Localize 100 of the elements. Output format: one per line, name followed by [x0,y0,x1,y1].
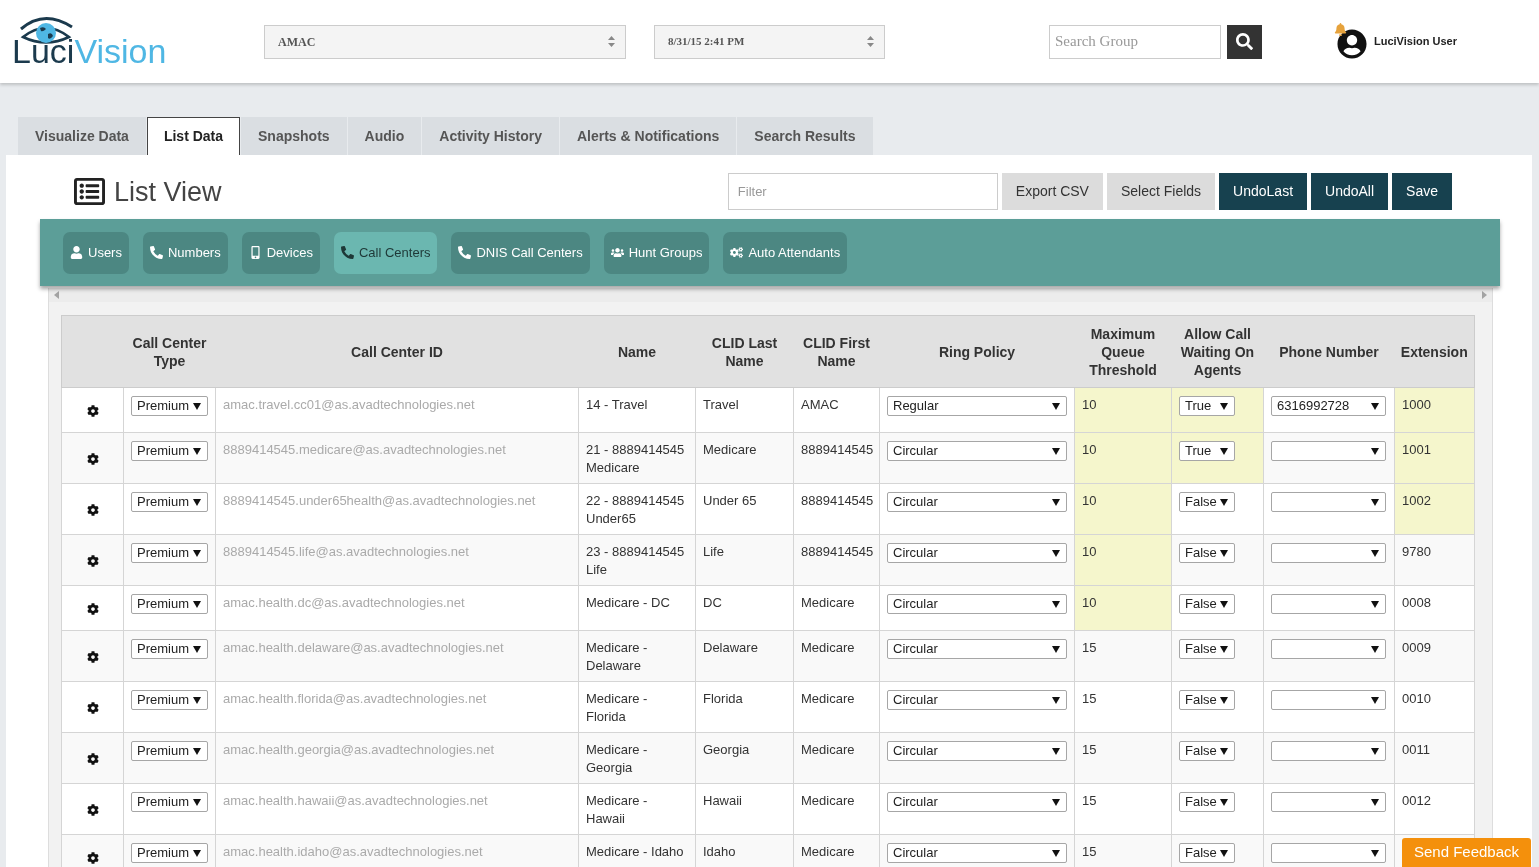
category-button[interactable]: Auto Attendants [723,231,848,274]
caret-icon [193,645,201,653]
settings-icon[interactable] [86,753,99,765]
caret-icon [193,549,201,557]
action-button[interactable]: Select Fields [1106,173,1216,210]
dropdown-select[interactable]: 6316992728 [1271,396,1386,416]
tab[interactable]: Activity History [422,117,559,155]
dropdown-select[interactable] [1271,441,1386,461]
dropdown-select[interactable]: False [1179,543,1235,563]
dropdown-select[interactable]: Premium [131,639,208,659]
table-cell: amac.travel.cc01@as.avadtechnologies.net [215,387,579,433]
filter-field[interactable]: Filter [727,173,998,210]
dropdown-select[interactable] [1271,792,1386,812]
group-select[interactable]: AMAC [264,24,626,59]
dropdown-select[interactable] [1271,639,1386,659]
dropdown-select[interactable] [1271,543,1386,563]
dropdown-select[interactable] [1271,843,1386,863]
action-button[interactable]: Save [1392,173,1452,210]
dropdown-select[interactable]: False [1179,639,1235,659]
caret-icon [1052,549,1060,557]
category-button[interactable]: DNIS Call Centers [451,231,590,274]
settings-icon[interactable] [86,651,99,663]
dropdown-select[interactable] [1271,690,1386,710]
search-icon [1236,33,1253,50]
table-cell: Medicare [793,783,880,835]
caret-icon [1220,549,1228,557]
dropdown-select[interactable]: Circular [887,690,1067,710]
caret-icon [193,498,201,506]
dropdown-select[interactable]: Circular [887,792,1067,812]
scroll-right-icon[interactable] [1482,291,1487,299]
dropdown-select[interactable]: Circular [887,543,1067,563]
category-button[interactable]: Call Centers [333,231,438,274]
dropdown-select[interactable]: Circular [887,441,1067,461]
dropdown-select[interactable]: True [1179,441,1235,461]
dropdown-select[interactable]: False [1179,690,1235,710]
caret-icon [1220,849,1228,857]
dropdown-select[interactable]: False [1179,594,1235,614]
dropdown-select[interactable]: Circular [887,639,1067,659]
dropdown-select[interactable]: Premium [131,690,208,710]
category-button[interactable]: Users [63,231,129,274]
dropdown-select[interactable]: Premium [131,741,208,761]
settings-icon[interactable] [86,555,99,567]
table-cell: Georgia [695,732,794,784]
date-select[interactable]: 8/31/15 2:41 PM [654,24,885,59]
tab[interactable]: Search Results [737,117,873,155]
category-button[interactable]: Hunt Groups [603,231,710,274]
dropdown-select[interactable]: Premium [131,843,208,863]
dropdown-select[interactable]: True [1179,396,1235,416]
search-field[interactable]: Search Group [1049,24,1221,59]
users-icon [610,246,624,259]
dropdown-select[interactable] [1271,594,1386,614]
table-cell: Medicare - Idaho [578,834,696,867]
tab[interactable]: Snapshots [241,117,347,155]
dropdown-select[interactable]: Premium [131,396,208,416]
tab[interactable]: List Data [146,117,241,155]
action-button[interactable]: Export CSV [1001,173,1103,210]
caret-icon [1220,696,1228,704]
dropdown-select[interactable] [1271,741,1386,761]
dropdown-select[interactable]: Premium [131,441,208,461]
table-cell: 9780 [1394,534,1475,586]
action-button[interactable]: UndoLast [1219,173,1308,210]
dropdown-select[interactable]: Premium [131,594,208,614]
table-cell: Idaho [695,834,794,867]
settings-icon[interactable] [86,852,99,864]
dropdown-select[interactable]: False [1179,492,1235,512]
settings-icon[interactable] [86,603,99,615]
category-button[interactable]: Devices [241,231,320,274]
bell-icon [1334,22,1347,36]
dropdown-select[interactable]: Circular [887,492,1067,512]
tab[interactable]: Visualize Data [18,117,146,155]
dropdown-select[interactable] [1271,492,1386,512]
settings-icon[interactable] [86,453,99,465]
dropdown-select[interactable]: Regular [887,396,1067,416]
dropdown-select[interactable]: Premium [131,792,208,812]
tab[interactable]: Alerts & Notifications [559,117,737,155]
dropdown-select[interactable]: Circular [887,741,1067,761]
table-cell: Hawaii [695,783,794,835]
settings-icon[interactable] [86,405,99,417]
scroll-left-icon[interactable] [54,291,59,299]
category-button[interactable]: Numbers [142,231,228,274]
tab[interactable]: Audio [347,117,422,155]
search-button[interactable] [1227,24,1262,59]
caret-icon [1220,498,1228,506]
list-icon [74,176,105,207]
dropdown-select[interactable]: False [1179,843,1235,863]
dropdown-select[interactable]: False [1179,792,1235,812]
table-cell: 21 - 8889414545 Medicare [578,432,696,484]
table-cell: amac.health.delaware@as.avadtechnologies.net [215,630,579,682]
dropdown-select[interactable]: Premium [131,492,208,512]
settings-icon[interactable] [86,504,99,516]
dropdown-select[interactable]: Circular [887,594,1067,614]
caret-icon [1052,798,1060,806]
caret-icon [1371,747,1379,755]
action-button[interactable]: UndoAll [1311,173,1389,210]
dropdown-select[interactable]: False [1179,741,1235,761]
dropdown-select[interactable]: Premium [131,543,208,563]
dropdown-select[interactable]: Circular [887,843,1067,863]
horizontal-scrollbar[interactable] [49,288,1492,302]
settings-icon[interactable] [86,702,99,714]
settings-icon[interactable] [86,804,99,816]
